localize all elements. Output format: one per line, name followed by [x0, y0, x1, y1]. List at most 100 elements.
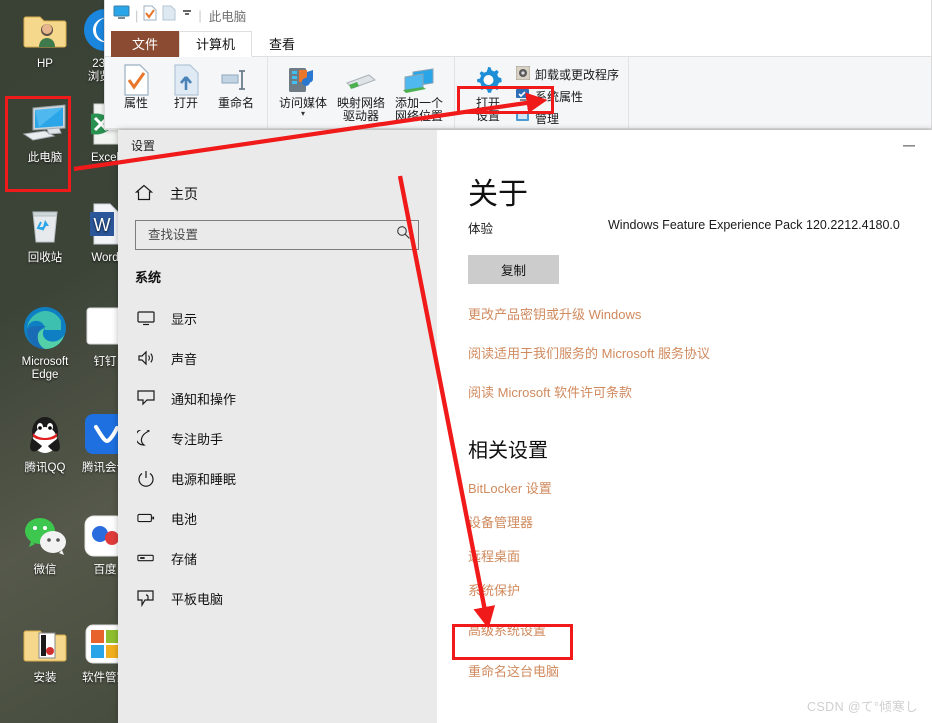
sidebar-item-label: 电源和睡眠	[171, 471, 237, 487]
search-input[interactable]	[146, 227, 396, 243]
chevron-down-icon[interactable]	[181, 6, 193, 24]
recycle-bin-icon	[21, 200, 69, 248]
ribbon-small-label: 卸载或更改程序	[535, 67, 620, 82]
properties-icon	[111, 63, 161, 97]
ribbon-button-open-settings[interactable]: 打开 设置	[463, 61, 513, 128]
sidebar-item-display[interactable]: 显示	[118, 298, 437, 338]
ribbon-button-map-network-drive[interactable]: 映射网络 驱动器	[332, 61, 390, 123]
settings-content: 关于 体验 Windows Feature Experience Pack 12…	[437, 130, 932, 723]
monitor-icon	[137, 310, 155, 326]
chat-icon	[137, 390, 155, 406]
uninstall-icon	[515, 65, 531, 83]
sidebar-item-tablet[interactable]: 平板电脑	[118, 578, 437, 618]
tab-view[interactable]: 查看	[252, 31, 312, 57]
gear-icon	[463, 63, 513, 97]
link-microsoft-software-license-terms[interactable]: 阅读 Microsoft 软件许可条款	[468, 382, 932, 401]
qat-separator: |	[135, 7, 139, 23]
battery-icon	[137, 512, 155, 524]
tablet-icon	[137, 589, 155, 607]
tab-file[interactable]: 文件	[111, 31, 180, 57]
map-drive-icon	[332, 63, 390, 97]
ribbon-small-label: 系统属性	[535, 89, 584, 104]
sidebar-item-power-and-sleep[interactable]: 电源和睡眠	[118, 458, 437, 498]
ribbon-group-system: 打开 设置 卸载或更改程序 系统属性 管理	[455, 57, 630, 128]
ribbon-button-label: 映射网络 驱动器	[336, 96, 385, 123]
sidebar-item-sound[interactable]: 声音	[118, 338, 437, 378]
folder-icon	[21, 620, 69, 668]
sidebar-item-label: 主页	[170, 186, 198, 202]
minimize-button[interactable]	[886, 130, 932, 162]
ribbon-button-properties[interactable]: 属性	[111, 61, 161, 110]
ribbon-group-network: 访问媒体 ▾ 映射网络 驱动器 添加一个 网络位置	[268, 57, 455, 128]
settings-search-wrap	[118, 204, 437, 250]
ribbon-button-label: 属性	[123, 96, 148, 110]
ribbon-button-rename[interactable]: 重命名	[211, 61, 261, 110]
link-remote-desktop[interactable]: 远程桌面	[468, 546, 932, 565]
link-advanced-system-settings[interactable]: 高级系统设置	[468, 620, 932, 639]
about-page: 关于 体验 Windows Feature Experience Pack 12…	[437, 130, 932, 680]
sidebar-item-label: 存储	[171, 551, 198, 567]
link-device-manager[interactable]: 设备管理器	[468, 512, 932, 531]
qq-icon	[21, 410, 69, 458]
page-title: 关于	[468, 178, 528, 211]
computer-icon	[21, 100, 69, 148]
ribbon-group-location: 属性 打开 重命名	[105, 57, 268, 128]
sidebar-section-header: 系统	[135, 270, 162, 285]
copy-button[interactable]: 复制	[468, 255, 559, 284]
add-network-icon	[390, 63, 448, 97]
search-box[interactable]	[135, 220, 419, 250]
settings-caption: 设置	[131, 138, 156, 153]
system-properties-icon	[516, 88, 530, 105]
ribbon-button-label: 重命名	[217, 96, 254, 110]
sidebar-item-storage[interactable]: 存储	[118, 538, 437, 578]
link-rename-this-pc[interactable]: 重命名这台电脑	[468, 661, 932, 680]
moon-icon	[137, 430, 155, 446]
sidebar-item-battery[interactable]: 电池	[118, 498, 437, 538]
link-change-product-key[interactable]: 更改产品密钥或升级 Windows	[468, 304, 932, 323]
properties-qat-icon[interactable]	[143, 5, 157, 26]
open-icon	[161, 63, 211, 97]
tab-computer[interactable]: 计算机	[179, 31, 253, 57]
experience-key: 体验	[468, 222, 494, 236]
sidebar-item-notifications-and-actions[interactable]: 通知和操作	[118, 378, 437, 418]
explorer-title-bar: | | 此电脑	[105, 0, 931, 30]
search-icon[interactable]	[396, 225, 411, 245]
ribbon-button-label: 打开 设置	[475, 96, 500, 123]
settings-sidebar: 设置 主页 系统	[118, 130, 437, 723]
link-microsoft-services-agreement[interactable]: 阅读适用于我们服务的 Microsoft 服务协议	[468, 343, 932, 362]
ribbon-button-manage[interactable]: 管理	[513, 107, 622, 128]
explorer-ribbon: 属性 打开 重命名 访问媒体 ▾ 映射网络 驱动器 添加一个 网络位置 打开 设…	[105, 57, 931, 129]
storage-icon	[137, 552, 155, 564]
new-folder-qat-icon[interactable]	[162, 5, 176, 26]
ribbon-button-access-media[interactable]: 访问媒体 ▾	[274, 61, 332, 118]
sidebar-item-home[interactable]: 主页	[118, 160, 437, 204]
ribbon-system-small-buttons: 卸载或更改程序 系统属性 管理	[513, 61, 622, 128]
speaker-icon	[137, 350, 155, 366]
sidebar-nav-list: 显示 声音 通知和操作 专注助手 电源和睡眠 电池 存储 平板电脑	[118, 286, 437, 618]
ribbon-button-add-network-location[interactable]: 添加一个 网络位置	[390, 61, 448, 123]
sidebar-item-label: 平板电脑	[171, 591, 224, 607]
this-pc-qat-icon[interactable]	[113, 5, 130, 25]
manage-icon	[516, 110, 530, 127]
sidebar-item-label: 电池	[171, 511, 198, 527]
sidebar-item-focus-assist[interactable]: 专注助手	[118, 418, 437, 458]
ribbon-button-open[interactable]: 打开	[161, 61, 211, 110]
edge-icon	[21, 304, 69, 352]
related-settings-title: 相关设置	[468, 440, 548, 462]
ribbon-button-label: 添加一个 网络位置	[394, 96, 443, 123]
experience-row: 体验 Windows Feature Experience Pack 120.2…	[468, 218, 932, 237]
media-server-icon	[274, 63, 332, 97]
access-media-dropdown-arrow[interactable]: ▾	[274, 110, 332, 118]
link-bitlocker-settings[interactable]: BitLocker 设置	[468, 478, 932, 497]
file-explorer-window: | | 此电脑 文件 计算机 查看 属性 打开 重命名 访问媒体 ▾ 映射网络 …	[104, 0, 932, 130]
ribbon-button-uninstall-or-change-program[interactable]: 卸载或更改程序	[513, 63, 622, 85]
rename-icon	[211, 63, 261, 97]
folder-icon	[21, 6, 69, 54]
ribbon-button-system-properties[interactable]: 系统属性	[513, 85, 622, 107]
watermark: CSDN @て°倾寒し	[807, 700, 918, 714]
desktop-root: HP 2345 浏览器 此电脑	[0, 0, 932, 723]
home-icon	[134, 184, 154, 204]
sidebar-item-label: 显示	[171, 311, 198, 327]
sidebar-item-label: 专注助手	[171, 431, 224, 447]
link-system-protection[interactable]: 系统保护	[468, 580, 932, 599]
